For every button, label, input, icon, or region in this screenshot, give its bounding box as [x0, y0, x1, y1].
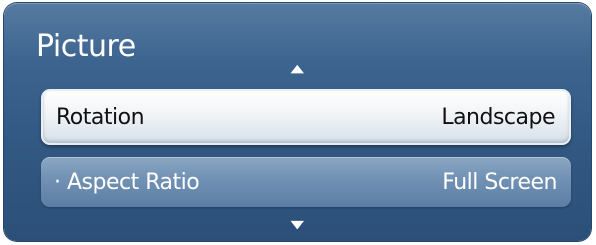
scroll-down-icon[interactable]: ▼ [4, 219, 591, 230]
menu-item-value: Full Screen [442, 169, 557, 195]
menu-item-rotation[interactable]: Rotation Landscape [41, 89, 571, 145]
menu-title: Picture [36, 29, 136, 64]
menu-item-value: Landscape [441, 104, 555, 130]
menu-item-aspect-ratio[interactable]: · Aspect Ratio Full Screen [41, 157, 571, 207]
picture-menu-panel: Picture ▲ Rotation Landscape · Aspect Ra… [4, 3, 591, 241]
menu-item-label: · Aspect Ratio [54, 169, 200, 195]
menu-item-label: Rotation [56, 104, 145, 130]
scroll-up-icon[interactable]: ▲ [4, 63, 591, 74]
